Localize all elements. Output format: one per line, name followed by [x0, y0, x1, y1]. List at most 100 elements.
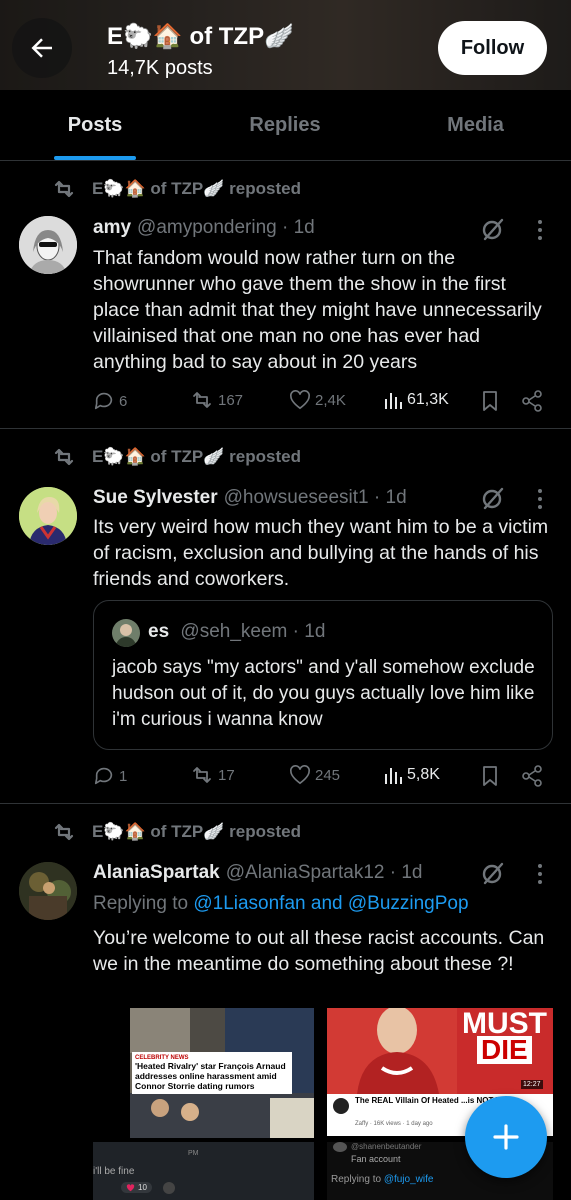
- repost-indicator: E🐑🏠 of TZP🪽 reposted: [52, 822, 301, 842]
- author-handle[interactable]: @AlaniaSpartak12 · 1d: [226, 862, 423, 884]
- bookmark-icon[interactable]: [481, 765, 499, 787]
- media-video-duration: 12:27: [521, 1080, 543, 1089]
- plus-icon: [493, 1124, 519, 1150]
- like-count: 2,4K: [315, 391, 346, 409]
- media-image-3[interactable]: PM i'll be fine 10: [93, 1142, 314, 1200]
- media-chat-reaction: 10: [121, 1182, 152, 1193]
- tweet-author-row: amy @amypondering · 1d: [93, 217, 315, 239]
- views-button[interactable]: 5,8K: [383, 765, 440, 785]
- repost-icon: [54, 823, 74, 841]
- quote-avatar-image-icon: [112, 619, 140, 647]
- like-button[interactable]: 2,4K: [289, 390, 346, 410]
- tab-replies-label: Replies: [249, 113, 321, 136]
- profile-tabs: Posts Replies Media: [0, 90, 571, 161]
- repost-count: 167: [218, 391, 244, 409]
- tweet-text: That fandom would now rather turn on the…: [93, 247, 542, 373]
- reply-count: 1: [119, 767, 128, 785]
- repost-icon: [193, 767, 211, 783]
- tweet-text: You’re welcome to out all these racist a…: [93, 927, 545, 975]
- media-chat-text: i'll be fine: [93, 1166, 135, 1177]
- grok-icon[interactable]: [480, 216, 506, 242]
- media-reply-to-link: @fujo_wife: [383, 1174, 434, 1185]
- grok-icon[interactable]: [480, 485, 506, 511]
- avatar-image-icon: [19, 862, 77, 920]
- repost-button[interactable]: 167: [190, 390, 243, 410]
- grok-icon[interactable]: [480, 860, 506, 886]
- media-headline-text: 'Heated Rivalry' star François Arnaud ad…: [135, 1061, 286, 1091]
- avatar[interactable]: [19, 487, 77, 545]
- profile-name: E🐑🏠 of TZP🪽: [107, 23, 294, 50]
- share-icon[interactable]: [521, 765, 543, 787]
- tweet[interactable]: E🐑🏠 of TZP🪽 reposted amy @amypondering ·…: [0, 161, 571, 429]
- views-count: 5,8K: [407, 766, 440, 783]
- author-name[interactable]: AlaniaSpartak: [93, 862, 220, 884]
- more-options-icon[interactable]: [530, 488, 550, 510]
- media-image-1[interactable]: CELEBRITY NEWS 'Heated Rivalry' star Fra…: [130, 1008, 314, 1138]
- quote-avatar: [112, 619, 140, 647]
- compose-button[interactable]: [465, 1096, 547, 1178]
- media-chat-time: PM: [188, 1150, 199, 1157]
- repost-indicator: E🐑🏠 of TZP🪽 reposted: [52, 179, 301, 199]
- avatar[interactable]: [19, 216, 77, 274]
- repost-icon: [54, 180, 74, 198]
- media-reply-account-type: Fan account: [351, 1154, 401, 1164]
- views-icon: [385, 768, 402, 784]
- media-headline-box: CELEBRITY NEWS 'Heated Rivalry' star Fra…: [132, 1052, 292, 1094]
- heart-icon: [290, 765, 310, 785]
- tab-media[interactable]: Media: [380, 90, 571, 160]
- more-options-icon[interactable]: [530, 863, 550, 885]
- heart-icon: [126, 1183, 135, 1191]
- reply-button[interactable]: 6: [93, 390, 127, 412]
- replying-to: Replying to @1Liasonfan and @BuzzingPop: [93, 893, 469, 915]
- author-handle[interactable]: @amypondering · 1d: [137, 217, 315, 239]
- repost-count: 17: [218, 766, 235, 784]
- quote-text: jacob says "my actors" and y'all somehow…: [112, 657, 535, 730]
- media-video-meta: Zaffy · 16K views · 1 day ago: [355, 1121, 433, 1127]
- tweet-author-row: AlaniaSpartak @AlaniaSpartak12 · 1d: [93, 862, 422, 884]
- heart-icon: [290, 390, 310, 410]
- repost-button[interactable]: 17: [190, 765, 235, 785]
- repost-indicator: E🐑🏠 of TZP🪽 reposted: [52, 447, 301, 467]
- back-button[interactable]: [12, 18, 72, 78]
- smiley-icon: [163, 1182, 175, 1194]
- more-options-icon[interactable]: [530, 219, 550, 241]
- media-thumbnail-title-bottom: DIE: [477, 1036, 532, 1064]
- avatar[interactable]: [19, 862, 77, 920]
- quoted-tweet[interactable]: es @seh_keem · 1d jacob says "my actors"…: [93, 600, 553, 750]
- views-button[interactable]: 61,3K: [383, 390, 449, 410]
- reply-button[interactable]: 1: [93, 765, 127, 787]
- author-handle[interactable]: @howsueseesit1 · 1d: [224, 487, 407, 509]
- media-chat-like-count: 10: [138, 1183, 147, 1192]
- reposted-by-label: E🐑🏠 of TZP🪽 reposted: [92, 447, 301, 466]
- replying-to-prefix: Replying to: [93, 893, 194, 914]
- follow-button[interactable]: Follow: [438, 21, 547, 75]
- like-button[interactable]: 245: [289, 765, 340, 785]
- repost-icon: [54, 448, 74, 466]
- reposted-by-label: E🐑🏠 of TZP🪽 reposted: [92, 179, 301, 198]
- media-reply-to: Replying to @fujo_wife: [331, 1174, 433, 1185]
- media-reply-avatar: [333, 1142, 347, 1152]
- views-count: 61,3K: [407, 391, 449, 408]
- like-count: 245: [315, 766, 341, 784]
- views-icon: [385, 393, 402, 409]
- reply-icon: [94, 767, 113, 785]
- quote-author-name: es: [148, 621, 170, 642]
- tab-replies[interactable]: Replies: [190, 90, 380, 160]
- share-icon[interactable]: [521, 390, 543, 412]
- quote-author-handle: @seh_keem · 1d: [180, 621, 326, 642]
- reply-count: 6: [119, 392, 128, 410]
- bookmark-icon[interactable]: [481, 390, 499, 412]
- author-name[interactable]: amy: [93, 217, 131, 239]
- tweet-actions: 6 167 2,4K 61,3K: [93, 390, 553, 414]
- tab-media-label: Media: [447, 113, 504, 136]
- replying-to-links[interactable]: @1Liasonfan and @BuzzingPop: [193, 893, 468, 914]
- tab-posts[interactable]: Posts: [0, 90, 190, 160]
- reposted-by-label: E🐑🏠 of TZP🪽 reposted: [92, 822, 301, 841]
- author-name[interactable]: Sue Sylvester: [93, 487, 218, 509]
- media-channel-avatar: [333, 1098, 349, 1114]
- back-arrow-icon: [31, 38, 52, 58]
- repost-icon: [193, 392, 211, 408]
- tweet[interactable]: E🐑🏠 of TZP🪽 reposted Sue Sylvester @hows…: [0, 429, 571, 804]
- tweet-actions: 1 17 245 5,8K: [93, 765, 553, 789]
- reply-icon: [94, 392, 113, 410]
